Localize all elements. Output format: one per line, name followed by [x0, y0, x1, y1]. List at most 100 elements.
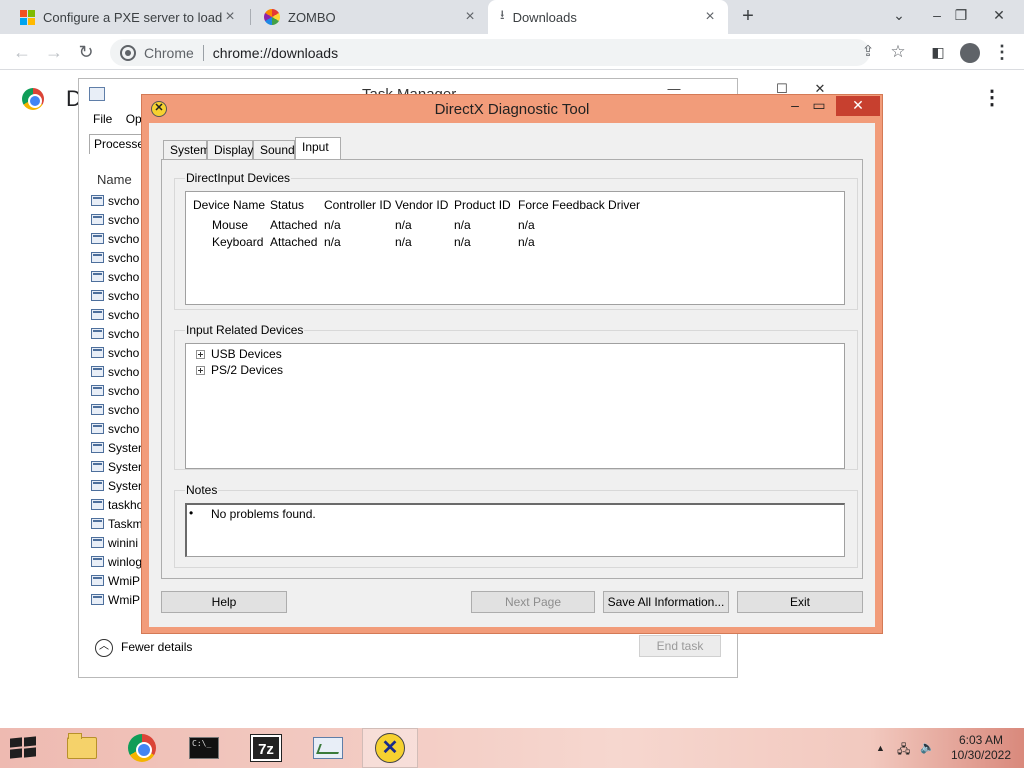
list-item[interactable]: svcho: [91, 286, 143, 305]
volume-icon[interactable]: 🔈: [920, 740, 935, 754]
dxdiag-maximize-button[interactable]: ▭: [806, 98, 832, 114]
list-item[interactable]: winlog: [91, 552, 143, 571]
list-item[interactable]: svcho: [91, 324, 143, 343]
tab-search-chevron-icon[interactable]: ⌄: [886, 4, 912, 28]
input-related-group-label: Input Related Devices: [185, 323, 305, 337]
profile-avatar-icon[interactable]: [958, 40, 982, 64]
taskbar-chrome[interactable]: [114, 728, 170, 768]
list-item[interactable]: svcho: [91, 210, 143, 229]
input-related-tree[interactable]: USB Devices PS/2 Devices: [185, 343, 845, 469]
tab-display[interactable]: Display: [207, 140, 253, 159]
list-item[interactable]: svcho: [91, 191, 143, 210]
taskbar-file-explorer[interactable]: [54, 728, 110, 768]
process-name: WmiP: [108, 592, 140, 607]
process-icon: [91, 537, 104, 548]
column-product-id[interactable]: Product ID: [454, 198, 511, 212]
notes-box[interactable]: • No problems found.: [185, 503, 845, 557]
list-item[interactable]: svcho: [91, 267, 143, 286]
exit-button[interactable]: Exit: [737, 591, 863, 613]
column-status[interactable]: Status: [270, 198, 304, 212]
taskbar-performance-monitor[interactable]: [300, 728, 356, 768]
tree-item-ps2-devices[interactable]: PS/2 Devices: [196, 362, 283, 378]
column-force-feedback-driver[interactable]: Force Feedback Driver: [518, 198, 640, 212]
list-item[interactable]: svcho: [91, 305, 143, 324]
help-button[interactable]: Help: [161, 591, 287, 613]
list-item[interactable]: svcho: [91, 229, 143, 248]
reload-button[interactable]: ↻: [74, 40, 98, 64]
tab-close-icon[interactable]: ×: [222, 8, 238, 26]
cell-force-feedback: n/a: [518, 235, 535, 249]
clock-time: 6:03 AM: [958, 733, 1004, 747]
close-button[interactable]: ✕: [986, 4, 1012, 28]
column-name-header[interactable]: Name: [97, 172, 132, 187]
table-row[interactable]: Mouse Attached n/a n/a n/a n/a: [186, 218, 844, 235]
list-item[interactable]: winini: [91, 533, 143, 552]
dxdiag-minimize-button[interactable]: –: [782, 98, 808, 114]
forward-button[interactable]: →: [42, 40, 66, 64]
minimize-button[interactable]: –: [924, 4, 950, 28]
windows-start-icon[interactable]: [10, 736, 38, 760]
list-item[interactable]: svcho: [91, 400, 143, 419]
list-item[interactable]: taskho: [91, 495, 143, 514]
back-button[interactable]: ←: [10, 40, 34, 64]
directx-icon: ✕: [375, 733, 405, 763]
dxdiag-close-button[interactable]: ✕: [836, 96, 880, 116]
chevron-up-icon[interactable]: ︿: [95, 639, 113, 657]
tree-item-label: USB Devices: [211, 347, 282, 361]
directinput-device-list[interactable]: Device Name Status Controller ID Vendor …: [185, 191, 845, 305]
taskbar-directx[interactable]: ✕: [362, 728, 418, 768]
process-name: winini: [108, 535, 139, 550]
chrome-icon: [128, 734, 156, 762]
tab-pxe-article[interactable]: Configure a PXE server to load W ×: [8, 0, 248, 34]
taskbar-7zip[interactable]: 7z: [238, 728, 294, 768]
tab-input[interactable]: Input: [295, 137, 341, 160]
list-item[interactable]: svcho: [91, 362, 143, 381]
tab-close-icon[interactable]: ×: [702, 8, 718, 26]
tab-system[interactable]: System: [163, 140, 210, 159]
tree-item-usb-devices[interactable]: USB Devices: [196, 346, 282, 362]
list-item[interactable]: Syster: [91, 457, 143, 476]
column-controller-id[interactable]: Controller ID: [324, 198, 391, 212]
cell-device-name: Mouse: [212, 218, 249, 232]
end-task-button[interactable]: End task: [639, 635, 721, 657]
save-all-information-button[interactable]: Save All Information...: [603, 591, 729, 613]
side-panel-icon[interactable]: ◧: [926, 40, 950, 64]
list-item[interactable]: Syster: [91, 476, 143, 495]
address-bar[interactable]: Chrome chrome://downloads: [110, 39, 870, 66]
table-row[interactable]: Keyboard Attached n/a n/a n/a n/a: [186, 235, 844, 252]
list-item[interactable]: svcho: [91, 381, 143, 400]
bookmark-star-icon[interactable]: ☆: [886, 40, 910, 64]
expand-plus-icon[interactable]: [196, 349, 205, 359]
performance-monitor-icon: [313, 737, 343, 759]
show-hidden-icons-chevron-icon[interactable]: ▲: [876, 743, 885, 753]
chrome-menu-icon[interactable]: ⋮: [990, 40, 1014, 64]
menu-file[interactable]: File: [93, 112, 112, 126]
new-tab-button[interactable]: +: [737, 6, 759, 28]
list-item[interactable]: svcho: [91, 343, 143, 362]
tab-downloads[interactable]: ⭳ Downloads ×: [488, 0, 728, 34]
fewer-details-link[interactable]: Fewer details: [121, 640, 192, 654]
cell-product-id: n/a: [454, 235, 471, 249]
tab-close-icon[interactable]: ×: [462, 8, 478, 26]
list-item[interactable]: WmiP: [91, 590, 143, 609]
list-item[interactable]: WmiP: [91, 571, 143, 590]
tab-zombo[interactable]: ZOMBO ×: [252, 0, 488, 34]
tab-sound[interactable]: Sound: [253, 140, 295, 159]
column-device-name[interactable]: Device Name: [193, 198, 265, 212]
downloads-menu-icon[interactable]: ⋮: [982, 88, 1002, 110]
expand-plus-icon[interactable]: [196, 365, 205, 375]
taskbar-clock[interactable]: 6:03 AM 10/30/2022: [948, 733, 1014, 763]
taskbar-command-prompt[interactable]: C:\_: [176, 728, 232, 768]
next-page-button[interactable]: Next Page: [471, 591, 595, 613]
share-icon[interactable]: ⇪: [856, 40, 880, 64]
restore-button[interactable]: ❐: [948, 4, 974, 28]
menu-options[interactable]: Op: [126, 112, 142, 126]
column-vendor-id[interactable]: Vendor ID: [395, 198, 448, 212]
tab-processes[interactable]: Processe: [89, 134, 149, 154]
network-icon[interactable]: 🖧: [897, 740, 910, 761]
list-item[interactable]: svcho: [91, 248, 143, 267]
dxdiag-titlebar[interactable]: ✕ DirectX Diagnostic Tool – ▭ ✕: [142, 95, 882, 123]
list-item[interactable]: Syster: [91, 438, 143, 457]
list-item[interactable]: Taskm: [91, 514, 143, 533]
list-item[interactable]: svcho: [91, 419, 143, 438]
